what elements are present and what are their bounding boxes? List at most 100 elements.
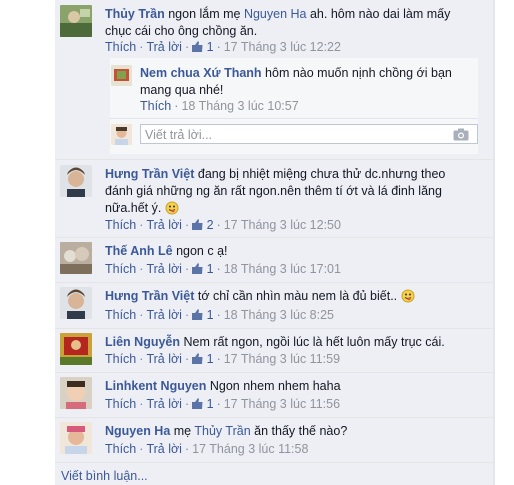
like-button[interactable]: Thích [105, 40, 136, 54]
reply-button[interactable]: Trả lời [146, 40, 182, 54]
comment-text: ngon lắm mẹ [164, 7, 244, 21]
thumbs-up-icon [192, 353, 203, 364]
separator: · [174, 99, 179, 113]
comment-author[interactable]: Liên Nguyễn [105, 335, 180, 349]
thumbs-up-icon [192, 41, 203, 52]
comment-actions: Thích · Trả lời · 1 · 18 Tháng 3 lúc 17:01 [105, 262, 341, 276]
comment-author[interactable]: Hưng Trần Việt [105, 167, 194, 181]
like-button[interactable]: Thích [105, 442, 136, 456]
thumbs-up-icon [192, 219, 203, 230]
avatar[interactable] [60, 242, 92, 274]
like-count[interactable]: 2 [192, 218, 214, 232]
reply-input[interactable]: Viết trả lời... [140, 124, 478, 144]
timestamp[interactable]: 18 Tháng 3 lúc 8:25 [224, 308, 334, 322]
timestamp[interactable]: 17 Tháng 3 lúc 12:50 [224, 218, 341, 232]
timestamp[interactable]: 17 Tháng 3 lúc 11:56 [224, 397, 340, 411]
separator: · [139, 352, 144, 366]
separator: · [184, 40, 190, 54]
separator: · [139, 40, 144, 54]
comment-text: ăn thấy thế nào? [250, 424, 348, 438]
mention-link[interactable]: Thủy Trần [194, 424, 250, 438]
comment-actions: Thích · Trả lời · 1 · 17 Tháng 3 lúc 11:59 [105, 352, 340, 366]
separator: · [216, 262, 221, 276]
timestamp[interactable]: 18 Tháng 3 lúc 17:01 [224, 262, 341, 276]
current-user-avatar [111, 124, 132, 145]
avatar[interactable] [60, 333, 92, 365]
like-button[interactable]: Thích [140, 99, 171, 113]
comment-actions: Thích · Trả lời · 1 · 17 Tháng 3 lúc 12:22 [105, 40, 341, 54]
comment-author[interactable]: Hưng Trần Việt [105, 289, 194, 303]
reply-button[interactable]: Trả lời [146, 352, 182, 366]
separator: · [139, 442, 144, 456]
timestamp[interactable]: 17 Tháng 3 lúc 11:58 [192, 442, 308, 456]
reply-button[interactable]: Trả lời [146, 308, 182, 322]
comment-actions: Thích · Trả lời · 17 Tháng 3 lúc 11:58 [105, 442, 308, 456]
comment-author[interactable]: Thế Anh Lê [105, 244, 173, 258]
reply-input-placeholder: Viết trả lời... [145, 128, 213, 142]
divider [55, 282, 495, 283]
like-button[interactable]: Thích [105, 218, 136, 232]
comment-text: tớ chỉ cần nhìn màu nem là đủ biết.. [194, 289, 398, 303]
timestamp[interactable]: 17 Tháng 3 lúc 12:22 [224, 40, 341, 54]
like-button[interactable]: Thích [105, 397, 136, 411]
thumbs-up-icon [192, 263, 203, 274]
comment-text: mẹ [170, 424, 195, 438]
separator: · [184, 397, 190, 411]
reply-button[interactable]: Trả lời [146, 442, 182, 456]
comment-text: Nem rất ngon, ngồi lúc là hết luôn mấy t… [180, 335, 445, 349]
thumbs-up-icon [192, 398, 203, 409]
avatar[interactable] [60, 377, 92, 409]
reply-button[interactable]: Trả lời [146, 397, 182, 411]
divider [55, 417, 495, 418]
panel-edge [493, 0, 495, 485]
write-comment-link[interactable]: Viết bình luận... [61, 469, 148, 483]
mention-link[interactable]: Nguyen Ha [244, 7, 307, 21]
camera-icon[interactable] [453, 128, 469, 141]
comment-actions: Thích · Trả lời · 2 · 17 Tháng 3 lúc 12:50 [105, 218, 341, 232]
avatar[interactable] [60, 165, 92, 197]
reply-author[interactable]: Nem chua Xứ Thanh [140, 66, 262, 80]
separator: · [184, 442, 190, 456]
like-button[interactable]: Thích [105, 262, 136, 276]
comment-author[interactable]: Nguyen Ha [105, 424, 170, 438]
separator: · [139, 397, 144, 411]
tongue-emoticon-icon [165, 201, 179, 215]
tongue-emoticon-icon [401, 289, 415, 303]
comment-author[interactable]: Linhkent Nguyen [105, 379, 206, 393]
avatar[interactable] [111, 65, 132, 86]
separator: · [184, 308, 190, 322]
like-button[interactable]: Thích [105, 308, 136, 322]
like-count[interactable]: 1 [192, 397, 214, 411]
separator: · [184, 262, 190, 276]
avatar[interactable] [60, 5, 92, 37]
separator: · [216, 218, 221, 232]
avatar[interactable] [60, 287, 92, 319]
separator: · [216, 40, 221, 54]
separator: · [139, 308, 144, 322]
like-count[interactable]: 1 [192, 262, 214, 276]
comment-author[interactable]: Thủy Trần [105, 7, 165, 21]
timestamp[interactable]: 17 Tháng 3 lúc 11:59 [224, 352, 340, 366]
reply-button[interactable]: Trả lời [146, 262, 182, 276]
separator: · [184, 218, 190, 232]
timestamp[interactable]: 18 Tháng 3 lúc 10:57 [181, 99, 298, 113]
reply-button[interactable]: Trả lời [146, 218, 182, 232]
separator: · [139, 218, 144, 232]
like-count[interactable]: 1 [192, 352, 214, 366]
like-count[interactable]: 1 [192, 308, 214, 322]
divider [55, 372, 495, 373]
divider [55, 462, 495, 463]
thumbs-up-icon [192, 309, 203, 320]
like-button[interactable]: Thích [105, 352, 136, 366]
reply-body: Nem chua Xứ Thanh hôm nào muốn nịnh chồn… [140, 65, 470, 99]
comment-text: Ngon nhem nhem haha [206, 379, 341, 393]
divider [55, 237, 495, 238]
separator: · [216, 397, 221, 411]
separator: · [184, 352, 190, 366]
like-count[interactable]: 1 [192, 40, 214, 54]
comment-body: Hưng Trần Việt tớ chỉ cần nhìn màu nem l… [105, 288, 475, 305]
separator: · [216, 308, 221, 322]
comment-body: Hưng Trần Việt đang bị nhiệt miệng chưa … [105, 166, 475, 217]
avatar[interactable] [60, 422, 92, 454]
comment-body: Nguyen Ha mẹ Thủy Trần ăn thấy thế nào? [105, 423, 475, 440]
